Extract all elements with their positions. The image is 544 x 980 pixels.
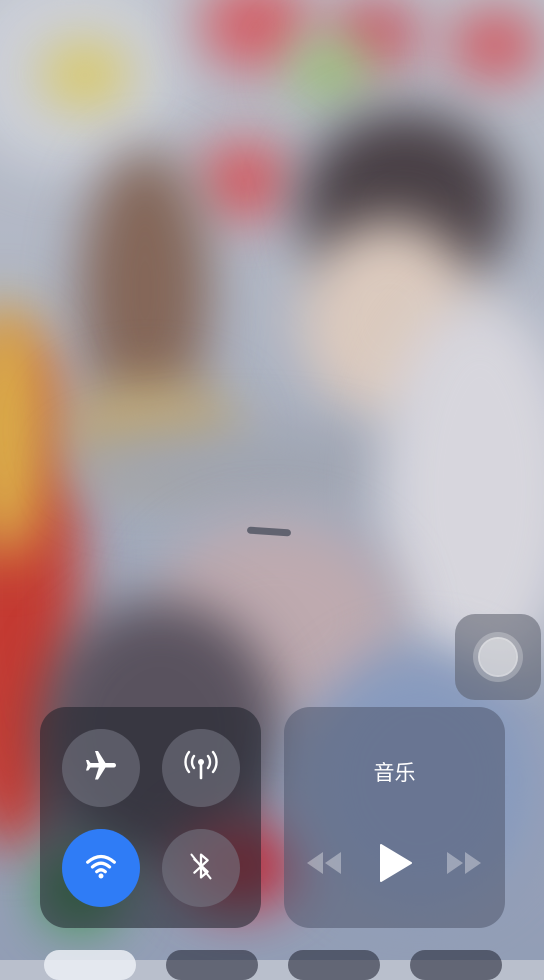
next-track-button[interactable]	[439, 845, 489, 885]
wifi-icon	[82, 847, 120, 889]
connectivity-panel	[40, 707, 261, 928]
control-tile[interactable]	[166, 950, 258, 980]
play-button[interactable]	[370, 842, 420, 888]
airplane-mode-toggle[interactable]	[62, 729, 140, 807]
music-player-panel[interactable]: 音乐	[284, 707, 505, 928]
antenna-icon	[181, 746, 221, 790]
music-title: 音乐	[373, 761, 416, 785]
control-tile[interactable]	[410, 950, 502, 980]
rewind-icon	[304, 850, 344, 880]
fast-forward-icon	[444, 850, 484, 880]
bluetooth-toggle[interactable]	[162, 829, 240, 907]
assistive-touch-button[interactable]	[455, 614, 541, 700]
airplane-icon	[83, 748, 119, 788]
control-tile[interactable]	[288, 950, 380, 980]
cellular-data-toggle[interactable]	[162, 729, 240, 807]
flashlight-tile[interactable]	[44, 950, 136, 980]
previous-track-button[interactable]	[299, 845, 349, 885]
play-icon	[375, 842, 415, 888]
bluetooth-off-icon	[182, 847, 220, 889]
wifi-toggle[interactable]	[62, 829, 140, 907]
